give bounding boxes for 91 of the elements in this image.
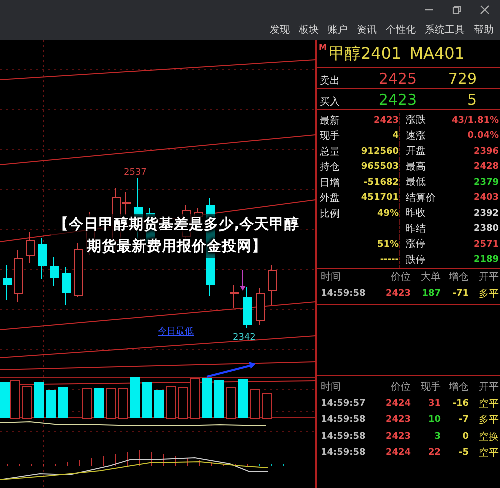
- price-label: 2537: [124, 168, 147, 178]
- order-label: 卖出: [319, 74, 341, 88]
- stat-value: 2189: [472, 255, 499, 266]
- time-cell-text: 14:59:58: [320, 432, 367, 442]
- volume-cell-text: 22: [427, 448, 441, 458]
- stat-value: 2571: [472, 240, 499, 250]
- change-cell-text: -71: [452, 288, 469, 299]
- column-header: 现手: [420, 380, 441, 394]
- menu-item[interactable]: 发现: [270, 23, 290, 37]
- stat-label: 总量: [319, 146, 341, 159]
- chart-annotation: 今日最低: [158, 326, 194, 338]
- column-header: 增仓: [448, 271, 469, 284]
- price-cell-text: 2424: [384, 398, 411, 409]
- stat-label: 涨停: [399, 237, 441, 252]
- stat-value: 2380: [472, 224, 499, 234]
- menu-item[interactable]: 资讯: [357, 23, 377, 37]
- stat-label: 持仓: [319, 160, 341, 174]
- headline-caption: 【今日甲醇期货基差是多少,今天甲醇: [51, 214, 303, 236]
- stat-label: 外盘: [319, 192, 341, 206]
- change-cell-text: 0: [462, 432, 469, 442]
- stat-value: 912560: [360, 146, 399, 157]
- stat-value: 51%: [376, 240, 399, 250]
- contract-code: MA401: [410, 44, 465, 63]
- price-cell-text: 2423: [384, 288, 411, 299]
- stat-label: 现手: [319, 130, 341, 144]
- stat-value: 2392: [472, 208, 499, 219]
- order-volume: 729: [447, 70, 477, 88]
- stat-value: 2379: [472, 178, 499, 188]
- change-cell-text: -7: [458, 415, 469, 426]
- column-header: 开平: [478, 271, 499, 284]
- volume-cell-text: 31: [427, 398, 441, 409]
- stat-label: 跌停: [399, 252, 441, 268]
- stat-value: 2423: [372, 116, 399, 126]
- type-cell-text: 多平: [478, 414, 499, 428]
- order-price: 2425: [378, 70, 417, 88]
- stat-value: 965503: [360, 162, 399, 172]
- time-cell-text: 14:59:58: [320, 448, 367, 458]
- change-cell-text: -5: [458, 448, 469, 458]
- stat-label: 最低: [399, 175, 441, 190]
- column-header: 大单: [420, 270, 441, 284]
- stat-value: -51682: [362, 178, 399, 188]
- stat-label: 开盘: [399, 144, 441, 160]
- contract-name: 甲醇2401: [328, 44, 402, 65]
- stat-label: 昨结: [399, 222, 441, 237]
- change-cell-text: -16: [452, 398, 469, 409]
- stat-label: 速涨: [399, 128, 441, 144]
- stat-value: 2396: [472, 146, 499, 157]
- stat-label: 最高: [399, 160, 441, 175]
- market-label: M: [319, 43, 327, 52]
- stat-value: 4: [392, 131, 399, 142]
- time-cell-text: 14:59:58: [320, 415, 367, 426]
- order-volume: 5: [466, 91, 477, 109]
- stat-value: -----: [379, 255, 399, 266]
- stat-value: 0.04%: [466, 131, 499, 142]
- column-header: 开平: [478, 381, 499, 394]
- stat-value: 43/1.81%: [450, 116, 499, 126]
- order-price: 2423: [378, 91, 417, 109]
- volume-cell-text: 187: [421, 288, 441, 299]
- menu-item[interactable]: 个性化: [386, 23, 416, 37]
- stat-label: 日增: [319, 176, 341, 190]
- column-header: 时间: [320, 380, 342, 394]
- stat-label: 最新: [319, 114, 341, 128]
- stat-label: 比例: [319, 208, 341, 221]
- volume-cell-text: 3: [434, 432, 441, 442]
- menu-item[interactable]: 板块: [299, 23, 319, 37]
- stat-value: 2403: [472, 193, 499, 204]
- price-label: 2342: [233, 333, 256, 343]
- stat-label: 昨收: [399, 206, 441, 222]
- stat-label: 结算价: [399, 190, 441, 206]
- stat-value: 451701: [360, 193, 399, 204]
- type-cell-text: 空平: [478, 398, 499, 411]
- column-header: 增仓: [448, 381, 469, 394]
- menu-item[interactable]: 帮助: [474, 23, 494, 37]
- price-cell-text: 2423: [384, 415, 411, 426]
- type-cell-text: 空平: [478, 446, 499, 460]
- price-cell-text: 2424: [384, 448, 411, 458]
- stat-value: 2428: [472, 162, 499, 172]
- column-header: 时间: [320, 270, 342, 284]
- column-header: 价位: [390, 271, 411, 284]
- volume-cell-text: 10: [427, 415, 441, 426]
- stat-value: 49%: [376, 208, 399, 219]
- menu-item[interactable]: 账户: [328, 23, 348, 37]
- price-cell-text: 2423: [384, 432, 411, 442]
- time-cell-text: 14:59:57: [320, 398, 367, 409]
- type-cell-text: 空换: [478, 430, 499, 444]
- time-cell-text: 14:59:58: [320, 288, 367, 299]
- type-cell-text: 多平: [478, 288, 499, 301]
- stat-label: 涨跌: [399, 113, 441, 128]
- menu-item[interactable]: 系统工具: [425, 23, 465, 37]
- order-label: 买入: [319, 96, 341, 109]
- column-header: 价位: [390, 381, 411, 394]
